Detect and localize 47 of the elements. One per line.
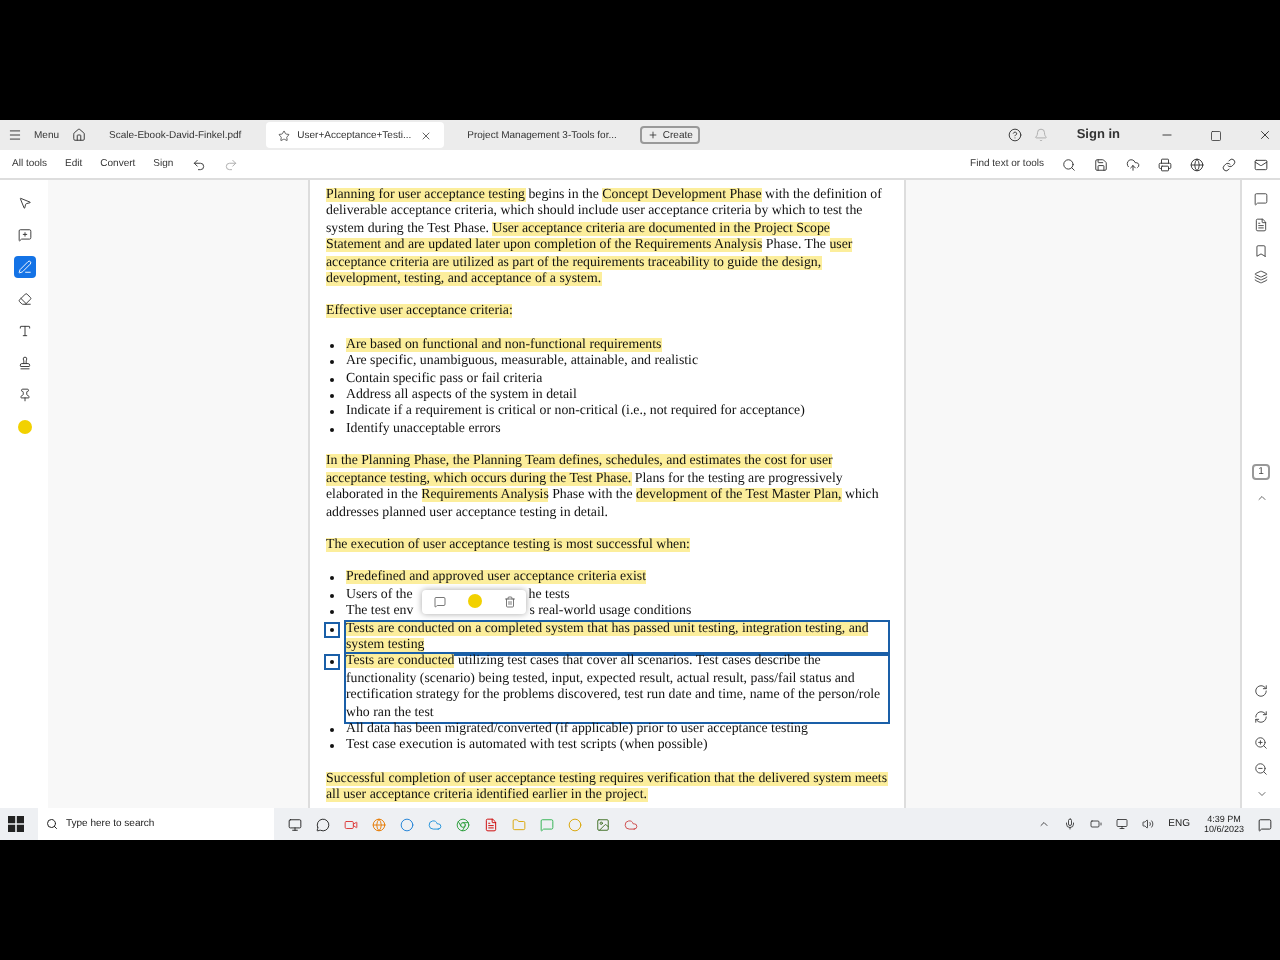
close-icon[interactable]: [419, 129, 432, 141]
bookmark-icon[interactable]: [1254, 244, 1268, 258]
rotate-icon[interactable]: [1254, 684, 1268, 698]
speaker-icon[interactable]: [1142, 818, 1155, 830]
cloud-icon[interactable]: [428, 817, 442, 831]
image-icon[interactable]: [596, 817, 610, 831]
search-icon: [46, 818, 58, 830]
maximize-icon[interactable]: [1210, 129, 1222, 141]
windows-logo-icon[interactable]: [8, 816, 24, 832]
task-view-icon[interactable]: [288, 817, 302, 831]
minimize-icon[interactable]: [1160, 128, 1174, 142]
pen-icon[interactable]: [13, 256, 35, 278]
eraser-icon[interactable]: [13, 288, 35, 310]
zoom-out-icon[interactable]: [1254, 762, 1268, 776]
comment-icon[interactable]: [1254, 192, 1268, 206]
close-icon[interactable]: [1258, 128, 1272, 142]
plus-icon: [648, 130, 659, 140]
save-icon[interactable]: [1094, 157, 1108, 171]
pdf-icon[interactable]: [484, 817, 498, 831]
undo-icon[interactable]: [191, 157, 206, 171]
chat-icon[interactable]: [316, 817, 330, 831]
add-comment-icon[interactable]: [13, 224, 35, 246]
help-icon[interactable]: [1008, 128, 1023, 142]
search-icon[interactable]: [1062, 157, 1076, 171]
star-icon[interactable]: [277, 129, 290, 141]
monitor-icon[interactable]: [1116, 818, 1129, 830]
video-icon[interactable]: [344, 817, 358, 831]
color-dot-icon[interactable]: [13, 416, 35, 438]
menu-icon[interactable]: [8, 128, 22, 142]
chrome-icon[interactable]: [456, 817, 470, 831]
file-icon[interactable]: [1254, 218, 1268, 232]
link-icon[interactable]: [1222, 157, 1236, 171]
zoom-in-icon[interactable]: [1254, 736, 1268, 750]
mic-icon[interactable]: [1064, 818, 1077, 830]
layers-icon[interactable]: [1254, 270, 1268, 284]
battery-icon[interactable]: [1090, 818, 1103, 830]
home-icon[interactable]: [71, 128, 86, 142]
delete-icon[interactable]: [503, 595, 515, 608]
cloud-icon[interactable]: [624, 817, 638, 831]
comment-icon[interactable]: [433, 595, 445, 608]
mail-icon[interactable]: [1254, 157, 1268, 171]
notification-icon[interactable]: [1258, 817, 1272, 831]
upload-icon[interactable]: [1126, 157, 1140, 171]
print-icon[interactable]: [1158, 157, 1172, 171]
color-dot-icon[interactable]: [467, 594, 481, 609]
globe-icon[interactable]: [1190, 157, 1204, 171]
refresh-icon[interactable]: [1254, 710, 1268, 724]
